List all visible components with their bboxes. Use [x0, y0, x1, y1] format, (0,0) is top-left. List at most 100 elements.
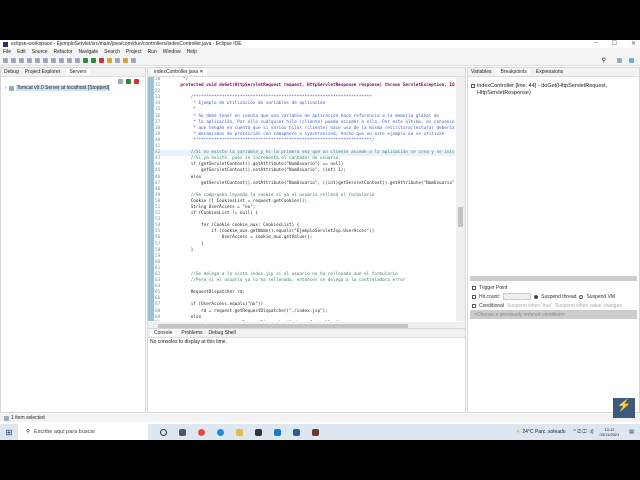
- tab-debug[interactable]: Debug: [4, 69, 19, 75]
- chrome-icon[interactable]: [198, 428, 205, 436]
- menu-run[interactable]: Run: [148, 49, 157, 55]
- code-area[interactable]: 30 */31 protected void doGet(HttpServlet…: [148, 77, 455, 321]
- breakpoint-scrollbar[interactable]: [470, 276, 637, 281]
- start-server-icon[interactable]: [126, 78, 131, 84]
- maximize-button[interactable]: ☐: [612, 40, 617, 47]
- stop-server-icon[interactable]: [134, 78, 139, 84]
- new-icon[interactable]: [3, 58, 8, 63]
- save-icon[interactable]: [11, 58, 16, 63]
- menu-help[interactable]: Help: [187, 49, 197, 55]
- eclipse-icon: [3, 41, 8, 47]
- menu-refactor[interactable]: Refactor: [54, 49, 73, 55]
- code-editor[interactable]: indexController.java ✕ 30 */31 protected…: [147, 67, 466, 332]
- task-view-icon[interactable]: [179, 428, 186, 436]
- menu-project[interactable]: Project: [126, 49, 142, 55]
- step-into-icon[interactable]: [59, 58, 64, 63]
- tab-variables[interactable]: Variables: [471, 69, 491, 75]
- tab-index-controller[interactable]: indexController.java ✕: [151, 69, 207, 75]
- menu-navigate[interactable]: Navigate: [78, 49, 98, 55]
- item-icon: [4, 415, 9, 421]
- close-button[interactable]: ✕: [631, 40, 636, 47]
- hit-count-input[interactable]: [503, 293, 532, 300]
- tray-icons[interactable]: ^ ⎚ ◫ ◁): [574, 429, 594, 435]
- weather-text[interactable]: 24°C Parc. soleado: [522, 429, 565, 435]
- run-icon[interactable]: [91, 58, 96, 63]
- menu-file[interactable]: File: [3, 49, 11, 55]
- minimize-button[interactable]: –: [594, 40, 597, 47]
- tab-debug-shell[interactable]: Debug Shell: [208, 330, 235, 336]
- server-icon: [8, 85, 14, 91]
- code-line: 47 getServletContext().setAttribute("Num…: [155, 180, 455, 186]
- clock[interactable]: 13:12 03/11/2021: [600, 427, 620, 437]
- title-bar: eclipse-workspace - EjemploServlet/src/m…: [0, 40, 640, 48]
- weather-icon: ☀: [515, 429, 521, 435]
- tab-breakpoints[interactable]: Breakpoints: [497, 69, 530, 75]
- notification-app-icon[interactable]: ⚡: [613, 398, 635, 418]
- forward-icon[interactable]: [131, 58, 136, 63]
- search-icon[interactable]: ⚲: [602, 57, 606, 64]
- suspend-when-true-radio[interactable]: Suspend when 'true': [507, 303, 552, 309]
- collapse-icon[interactable]: [118, 78, 123, 84]
- menu-edit[interactable]: Edit: [17, 49, 26, 55]
- console-message: No consoles to display at this time.: [150, 339, 227, 345]
- save-all-icon[interactable]: [19, 58, 24, 63]
- main-toolbar: ⚲: [0, 56, 640, 66]
- console-panel: Console Problems Debug Shell No consoles…: [147, 328, 466, 413]
- terminate-icon[interactable]: [51, 58, 56, 63]
- conditional-checkbox[interactable]: [472, 303, 476, 308]
- vertical-scrollbar[interactable]: [456, 77, 465, 321]
- window-title: eclipse-workspace - EjemploServlet/src/m…: [11, 41, 242, 47]
- resume-icon[interactable]: [35, 58, 40, 63]
- menu-source[interactable]: Source: [32, 49, 48, 55]
- breakpoint-item[interactable]: indexController [line: 44] - doGet(HttpS…: [468, 83, 639, 96]
- status-text: 1 item selected: [11, 415, 45, 421]
- terminal-icon[interactable]: [27, 58, 32, 63]
- tab-problems[interactable]: Problems: [181, 330, 202, 336]
- tab-expressions[interactable]: Expressions: [536, 69, 563, 75]
- store-icon[interactable]: [255, 428, 262, 436]
- cortana-icon[interactable]: [160, 428, 167, 436]
- trigger-point-checkbox[interactable]: [472, 285, 476, 290]
- suspend-icon[interactable]: [43, 58, 48, 63]
- suspend-when-changes-radio[interactable]: Suspend when value changes: [555, 303, 622, 309]
- hit-count-checkbox[interactable]: [472, 294, 476, 299]
- taskbar-search[interactable]: ⚲ Escribe aquí para buscar: [18, 424, 148, 440]
- tab-project-explorer[interactable]: Project Explorer: [25, 69, 61, 75]
- edge-icon[interactable]: [217, 428, 224, 436]
- perspective-java-icon[interactable]: [617, 58, 622, 63]
- menu-bar: File Edit Source Refactor Navigate Searc…: [0, 48, 640, 56]
- file-explorer-icon[interactable]: [236, 428, 243, 436]
- search-tool-icon[interactable]: [115, 58, 120, 63]
- menu-window[interactable]: Window: [163, 49, 181, 55]
- breakpoint-checkbox[interactable]: [471, 84, 475, 88]
- tab-console[interactable]: Console: [151, 330, 176, 336]
- code-line: 31 protected void doGet(HttpServletReque…: [155, 83, 455, 89]
- step-return-icon[interactable]: [75, 58, 80, 63]
- condition-dropdown[interactable]: <Choose a previously entered condition>: [470, 310, 637, 319]
- mail-icon[interactable]: [274, 428, 281, 436]
- debug-icon[interactable]: [83, 58, 88, 63]
- eclipse-taskbar-icon[interactable]: [312, 428, 319, 436]
- external-tools-icon[interactable]: [99, 58, 104, 63]
- breakpoint-label: indexController [line: 44] - doGet(HttpS…: [477, 83, 608, 96]
- project-explorer-panel: Debug Project Explorer Servers › Tomcat …: [0, 67, 146, 413]
- breakpoints-panel: Variables Breakpoints Expressions indexC…: [467, 67, 640, 413]
- notifications-icon[interactable]: ▤: [629, 429, 634, 435]
- open-folder-icon[interactable]: [107, 58, 112, 63]
- menu-search[interactable]: Search: [104, 49, 120, 55]
- server-label: Tomcat v9.0 Server at localhost [Stopped…: [15, 85, 111, 91]
- search-icon: ⚲: [26, 429, 31, 435]
- server-tree-item[interactable]: › Tomcat v9.0 Server at localhost [Stopp…: [1, 85, 145, 91]
- tab-servers[interactable]: Servers: [66, 69, 90, 75]
- servers-toolbar: [1, 77, 145, 85]
- network-app-icon[interactable]: [293, 428, 300, 436]
- windows-start-icon[interactable]: ⊞: [0, 428, 18, 437]
- windows-taskbar: ⊞ ⚲ Escribe aquí para buscar ☀ 24°C Parc.…: [0, 424, 640, 440]
- status-bar: 1 item selected: [0, 414, 640, 422]
- back-icon[interactable]: [123, 58, 128, 63]
- perspective-debug-icon[interactable]: [629, 58, 634, 63]
- suspend-thread-radio[interactable]: [534, 294, 539, 299]
- eclipse-window: eclipse-workspace - EjemploServlet/src/m…: [0, 40, 640, 440]
- suspend-vm-radio[interactable]: [579, 294, 584, 299]
- step-over-icon[interactable]: [67, 58, 72, 63]
